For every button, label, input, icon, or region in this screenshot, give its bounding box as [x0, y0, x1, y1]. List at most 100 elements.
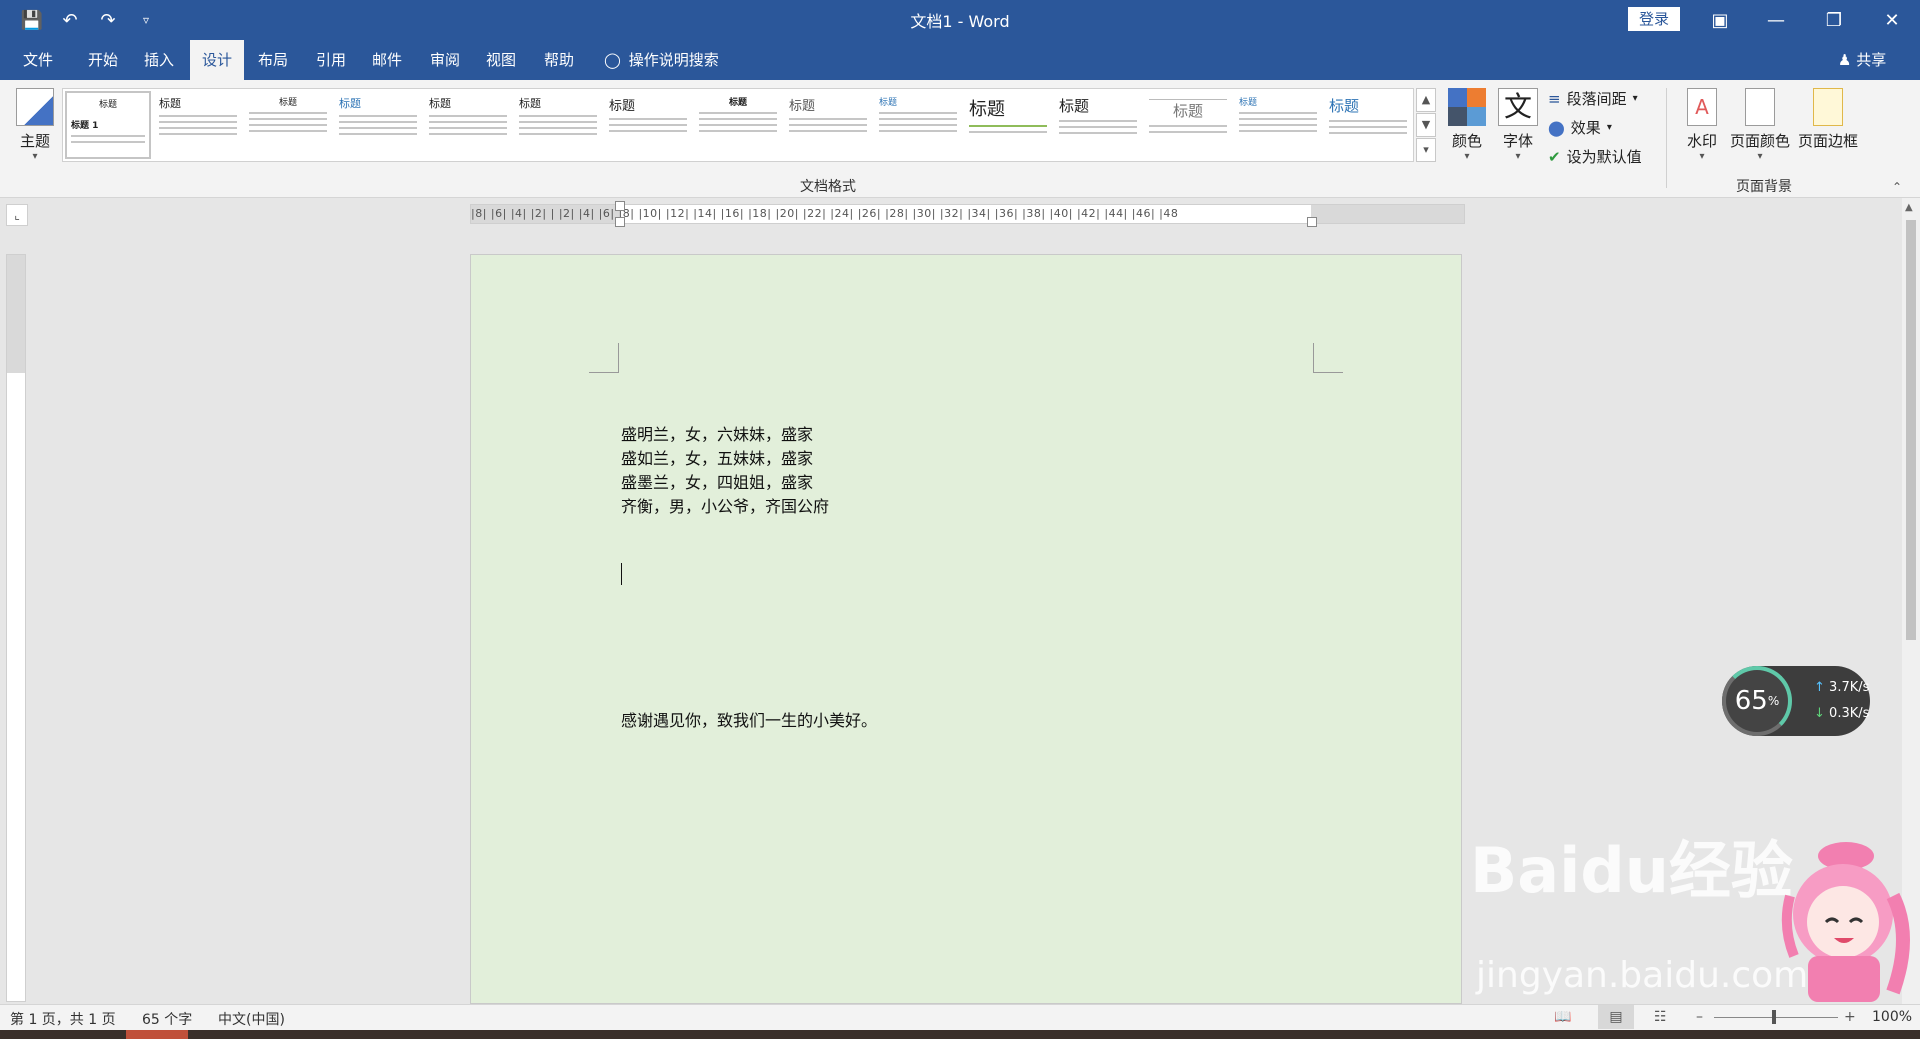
login-button[interactable]: 登录 [1628, 7, 1680, 31]
share-button[interactable]: ♟ 共享 [1838, 40, 1886, 80]
mascot-sticker [1781, 842, 1910, 1002]
tab-references[interactable]: 引用 [306, 40, 356, 80]
gallery-scroll-down-icon[interactable]: ▼ [1416, 113, 1436, 137]
page-color-button[interactable]: 页面颜色 ▾ [1728, 88, 1792, 162]
page-border-icon [1813, 88, 1843, 126]
style-set-item[interactable]: 标题 [515, 91, 601, 159]
fonts-button[interactable]: 文 字体 ▾ [1496, 88, 1540, 162]
tell-me-search[interactable]: ◯ 操作说明搜索 [604, 40, 719, 80]
zoom-out-icon[interactable]: – [1696, 1009, 1703, 1025]
fonts-label: 字体 [1502, 132, 1533, 150]
read-mode-icon[interactable]: 📖 [1554, 1009, 1571, 1025]
share-label: 共享 [1856, 51, 1887, 69]
taskbar-active-app[interactable] [126, 1030, 188, 1039]
style-set-item[interactable]: 标题 [1145, 91, 1231, 159]
page-color-label: 页面颜色 [1729, 132, 1790, 150]
restore-icon[interactable]: ❐ [1806, 0, 1862, 40]
zoom-slider-thumb[interactable] [1772, 1010, 1776, 1024]
close-icon[interactable]: ✕ [1864, 0, 1920, 40]
tab-view[interactable]: 视图 [476, 40, 526, 80]
style-set-item[interactable]: 标题 [875, 91, 961, 159]
group-divider [1666, 88, 1667, 188]
style-set-item[interactable]: 标题 [335, 91, 421, 159]
tab-review[interactable]: 审阅 [420, 40, 470, 80]
print-layout-icon[interactable]: ▤ [1598, 1005, 1634, 1029]
gallery-more-icon[interactable]: ▾ [1416, 138, 1436, 162]
collapse-ribbon-icon[interactable]: ⌃ [1892, 180, 1902, 194]
ribbon-tabs: 文件 开始 插入 设计 布局 引用 邮件 审阅 视图 帮助 ◯ 操作说明搜索 ♟ … [0, 40, 1920, 80]
first-line-indent-marker[interactable] [615, 201, 625, 211]
colors-button[interactable]: 颜色 ▾ [1446, 88, 1488, 162]
style-set-item[interactable]: 标题 [785, 91, 871, 159]
document-line[interactable]: 齐衡，男，小公爷，齐国公府 [621, 493, 829, 517]
usage-percent: 65 [1734, 686, 1768, 716]
watermark-label: 水印 [1686, 132, 1717, 150]
chevron-down-icon: ▾ [1699, 151, 1705, 162]
colors-icon [1448, 88, 1486, 126]
tab-layout[interactable]: 布局 [248, 40, 298, 80]
document-line[interactable]: 盛如兰，女，五妹妹，盛家 [621, 445, 813, 469]
style-set-item[interactable]: 标题 [1235, 91, 1321, 159]
minimize-icon[interactable]: — [1748, 0, 1804, 40]
left-indent-marker[interactable] [615, 217, 625, 227]
effects-icon: ⬤ [1548, 118, 1565, 137]
style-set-gallery: 标题 标题 1 标题 标题 标题 标题 标题 标题 标题 标题 标题 标题 标题… [62, 88, 1414, 162]
watermark-button[interactable]: A 水印 ▾ [1682, 88, 1722, 162]
chevron-down-icon: ▾ [1464, 151, 1470, 162]
paragraph-spacing-button[interactable]: ≡ 段落间距 ▾ [1548, 88, 1638, 109]
style-set-item[interactable]: 标题 [1325, 91, 1411, 159]
tab-selector[interactable]: ⌞ [6, 204, 28, 226]
tab-insert[interactable]: 插入 [134, 40, 184, 80]
document-closing-line[interactable]: 感谢遇见你，致我们一生的小美好。 [621, 707, 877, 731]
web-layout-icon[interactable]: ☷ [1654, 1009, 1667, 1025]
page-count[interactable]: 第 1 页，共 1 页 [10, 1009, 116, 1029]
set-as-default-button[interactable]: ✔ 设为默认值 [1548, 146, 1642, 167]
paragraph-spacing-icon: ≡ [1548, 89, 1561, 108]
network-speed-widget[interactable]: 65% ↑ 3.7K/s ↓ 0.3K/s [1722, 666, 1870, 736]
text-cursor [621, 563, 622, 585]
language-indicator[interactable]: 中文(中国) [218, 1009, 285, 1029]
margin-corner-mark [589, 343, 619, 373]
download-arrow-icon: ↓ [1814, 706, 1825, 721]
right-indent-marker[interactable] [1307, 217, 1317, 227]
taskbar-strip [0, 1030, 1920, 1039]
scrollbar-thumb[interactable] [1906, 220, 1916, 640]
margin-corner-mark [1313, 343, 1343, 373]
ribbon-display-options-icon[interactable]: ▣ [1692, 0, 1748, 40]
zoom-in-icon[interactable]: + [1844, 1009, 1856, 1025]
style-set-item[interactable]: 标题 [245, 91, 331, 159]
tab-home[interactable]: 开始 [78, 40, 128, 80]
vertical-ruler[interactable] [6, 254, 26, 1002]
style-set-item[interactable]: 标题 [1055, 91, 1141, 159]
zoom-slider[interactable] [1714, 1017, 1838, 1018]
effects-button[interactable]: ⬤ 效果 ▾ [1548, 117, 1612, 138]
document-line[interactable]: 盛墨兰，女，四姐姐，盛家 [621, 469, 813, 493]
style-set-item[interactable]: 标题 [605, 91, 691, 159]
tab-mailings[interactable]: 邮件 [362, 40, 412, 80]
horizontal-ruler[interactable]: |8| |6| |4| |2| | |2| |4| |6| |8| |10| |… [470, 201, 1465, 227]
chevron-down-icon: ▾ [1632, 93, 1638, 104]
tab-file[interactable]: 文件 [14, 40, 62, 80]
page-borders-button[interactable]: 页面边框 [1796, 88, 1860, 151]
chevron-down-icon: ▾ [1606, 122, 1612, 133]
document-line[interactable]: 盛明兰，女，六妹妹，盛家 [621, 421, 813, 445]
zoom-level[interactable]: 100% [1872, 1009, 1912, 1025]
paragraph-spacing-label: 段落间距 [1566, 90, 1627, 108]
style-set-item[interactable]: 标题 [155, 91, 241, 159]
style-set-item[interactable]: 标题 [695, 91, 781, 159]
word-count[interactable]: 65 个字 [142, 1009, 192, 1029]
themes-button[interactable]: 主题 ▾ [12, 88, 58, 162]
download-speed: 0.3K/s [1829, 706, 1870, 721]
style-set-item[interactable]: 标题 [425, 91, 511, 159]
watermark-icon: A [1687, 88, 1717, 126]
gallery-scroll-up-icon[interactable]: ▲ [1416, 88, 1436, 112]
style-set-item[interactable]: 标题 [965, 91, 1051, 159]
document-page[interactable]: 盛明兰，女，六妹妹，盛家 盛如兰，女，五妹妹，盛家 盛墨兰，女，四姐姐，盛家 齐… [470, 254, 1462, 1004]
style-set-item[interactable]: 标题 标题 1 [65, 91, 151, 159]
ribbon-design: 主题 ▾ 标题 标题 1 标题 标题 标题 标题 标题 标题 标题 标题 标题 … [0, 80, 1920, 198]
scroll-up-icon[interactable]: ▲ [1905, 202, 1913, 213]
tab-design[interactable]: 设计 [190, 40, 244, 80]
tab-help[interactable]: 帮助 [534, 40, 584, 80]
tell-me-label: 操作说明搜索 [628, 51, 719, 69]
usage-percent-unit: % [1767, 694, 1780, 708]
